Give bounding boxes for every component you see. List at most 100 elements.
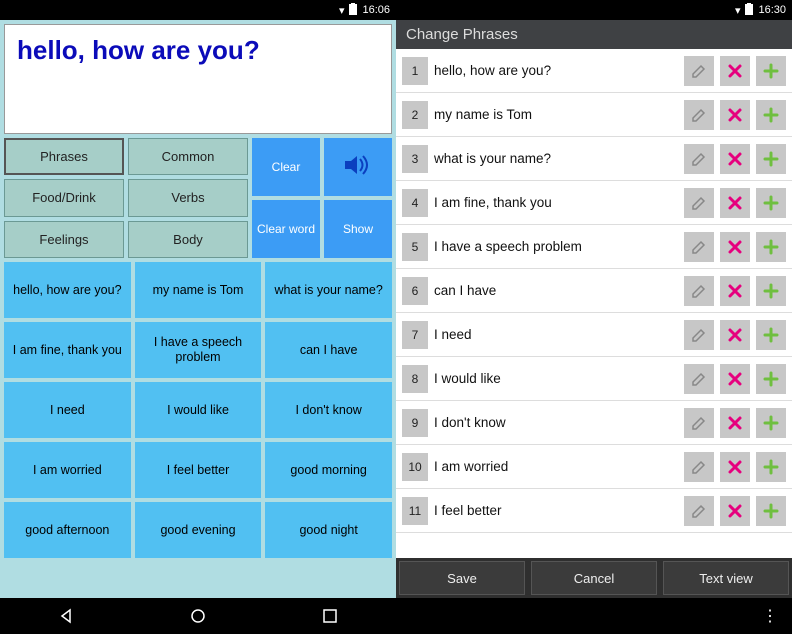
screen-main: ▾ 16:06 hello, how are you? Phrases Comm… <box>0 0 396 634</box>
list-item: 2my name is Tom <box>396 93 792 137</box>
category-verbs[interactable]: Verbs <box>128 179 248 216</box>
edit-icon[interactable] <box>684 100 714 130</box>
add-icon[interactable] <box>756 452 786 482</box>
delete-icon[interactable] <box>720 56 750 86</box>
phrase-button[interactable]: I have a speech problem <box>135 322 262 378</box>
add-icon[interactable] <box>756 232 786 262</box>
nav-menu-icon[interactable]: ⋮ <box>760 606 780 626</box>
list-item: 6 can I have <box>396 269 792 313</box>
row-number: 4 <box>402 189 428 217</box>
row-number: 8 <box>402 365 428 393</box>
action-group: Clear Clear word Show <box>252 138 392 258</box>
delete-icon[interactable] <box>720 364 750 394</box>
category-feelings[interactable]: Feelings <box>4 221 124 258</box>
row-text: I need <box>434 327 678 342</box>
phrase-button[interactable]: good night <box>265 502 392 558</box>
phrase-button[interactable]: hello, how are you? <box>4 262 131 318</box>
list-item: 3what is your name? <box>396 137 792 181</box>
list-item: 11I feel better <box>396 489 792 533</box>
row-number: 9 <box>402 409 428 437</box>
category-body[interactable]: Body <box>128 221 248 258</box>
status-bar: ▾ 16:30 <box>396 0 792 20</box>
delete-icon[interactable] <box>720 100 750 130</box>
edit-icon[interactable] <box>684 408 714 438</box>
phrase-button[interactable]: I would like <box>135 382 262 438</box>
phrase-button[interactable]: I don't know <box>265 382 392 438</box>
save-button[interactable]: Save <box>399 561 525 595</box>
wifi-icon: ▾ <box>735 4 741 17</box>
clear-button[interactable]: Clear <box>252 138 320 196</box>
nav-back-icon[interactable] <box>56 606 76 626</box>
phrase-button[interactable]: I feel better <box>135 442 262 498</box>
delete-icon[interactable] <box>720 188 750 218</box>
row-text: I am worried <box>434 459 678 474</box>
wifi-icon: ▾ <box>339 4 345 17</box>
list-item: 8I would like <box>396 357 792 401</box>
phrase-button[interactable]: I am fine, thank you <box>4 322 131 378</box>
row-text: can I have <box>434 283 678 298</box>
list-item: 9I don't know <box>396 401 792 445</box>
speaker-icon <box>343 153 373 180</box>
phrase-button[interactable]: my name is Tom <box>135 262 262 318</box>
show-button[interactable]: Show <box>324 200 392 258</box>
add-icon[interactable] <box>756 276 786 306</box>
edit-icon[interactable] <box>684 232 714 262</box>
category-phrases[interactable]: Phrases <box>4 138 124 175</box>
add-icon[interactable] <box>756 364 786 394</box>
cancel-button[interactable]: Cancel <box>531 561 657 595</box>
display-text: hello, how are you? <box>4 24 392 134</box>
delete-icon[interactable] <box>720 496 750 526</box>
phrase-button[interactable]: can I have <box>265 322 392 378</box>
screen-edit: ▾ 16:30 Change Phrases 1hello, how are y… <box>396 0 792 634</box>
row-number: 5 <box>402 233 428 261</box>
edit-icon[interactable] <box>684 496 714 526</box>
edit-icon[interactable] <box>684 56 714 86</box>
category-food-drink[interactable]: Food/Drink <box>4 179 124 216</box>
list-item: 5 I have a speech problem <box>396 225 792 269</box>
category-common[interactable]: Common <box>128 138 248 175</box>
phrase-button[interactable]: I am worried <box>4 442 131 498</box>
edit-icon[interactable] <box>684 320 714 350</box>
textview-button[interactable]: Text view <box>663 561 789 595</box>
row-number: 10 <box>402 453 428 481</box>
status-bar: ▾ 16:06 <box>0 0 396 20</box>
controls-row: Phrases Common Food/Drink Verbs Feelings… <box>4 138 392 258</box>
phrase-button[interactable]: what is your name? <box>265 262 392 318</box>
add-icon[interactable] <box>756 320 786 350</box>
add-icon[interactable] <box>756 56 786 86</box>
phrase-button[interactable]: good morning <box>265 442 392 498</box>
edit-icon[interactable] <box>684 364 714 394</box>
row-text: what is your name? <box>434 151 678 166</box>
edit-icon[interactable] <box>684 452 714 482</box>
phrase-list[interactable]: 1hello, how are you?2my name is Tom3what… <box>396 49 792 558</box>
edit-icon[interactable] <box>684 188 714 218</box>
add-icon[interactable] <box>756 100 786 130</box>
edit-icon[interactable] <box>684 144 714 174</box>
delete-icon[interactable] <box>720 144 750 174</box>
nav-home-icon[interactable] <box>188 606 208 626</box>
edit-content: Change Phrases 1hello, how are you?2my n… <box>396 20 792 598</box>
bottom-bar: Save Cancel Text view <box>396 558 792 598</box>
phrase-grid: hello, how are you? my name is Tom what … <box>4 262 392 594</box>
speak-button[interactable] <box>324 138 392 196</box>
add-icon[interactable] <box>756 188 786 218</box>
phrase-button[interactable]: good evening <box>135 502 262 558</box>
delete-icon[interactable] <box>720 452 750 482</box>
phrase-button[interactable]: I need <box>4 382 131 438</box>
nav-recent-icon[interactable] <box>320 606 340 626</box>
add-icon[interactable] <box>756 408 786 438</box>
edit-icon[interactable] <box>684 276 714 306</box>
clear-word-button[interactable]: Clear word <box>252 200 320 258</box>
add-icon[interactable] <box>756 496 786 526</box>
nav-bar <box>0 598 396 634</box>
delete-icon[interactable] <box>720 408 750 438</box>
list-item: 10 I am worried <box>396 445 792 489</box>
phrase-button[interactable]: good afternoon <box>4 502 131 558</box>
add-icon[interactable] <box>756 144 786 174</box>
row-text: I have a speech problem <box>434 239 678 254</box>
delete-icon[interactable] <box>720 320 750 350</box>
row-number: 1 <box>402 57 428 85</box>
row-number: 6 <box>402 277 428 305</box>
delete-icon[interactable] <box>720 276 750 306</box>
delete-icon[interactable] <box>720 232 750 262</box>
